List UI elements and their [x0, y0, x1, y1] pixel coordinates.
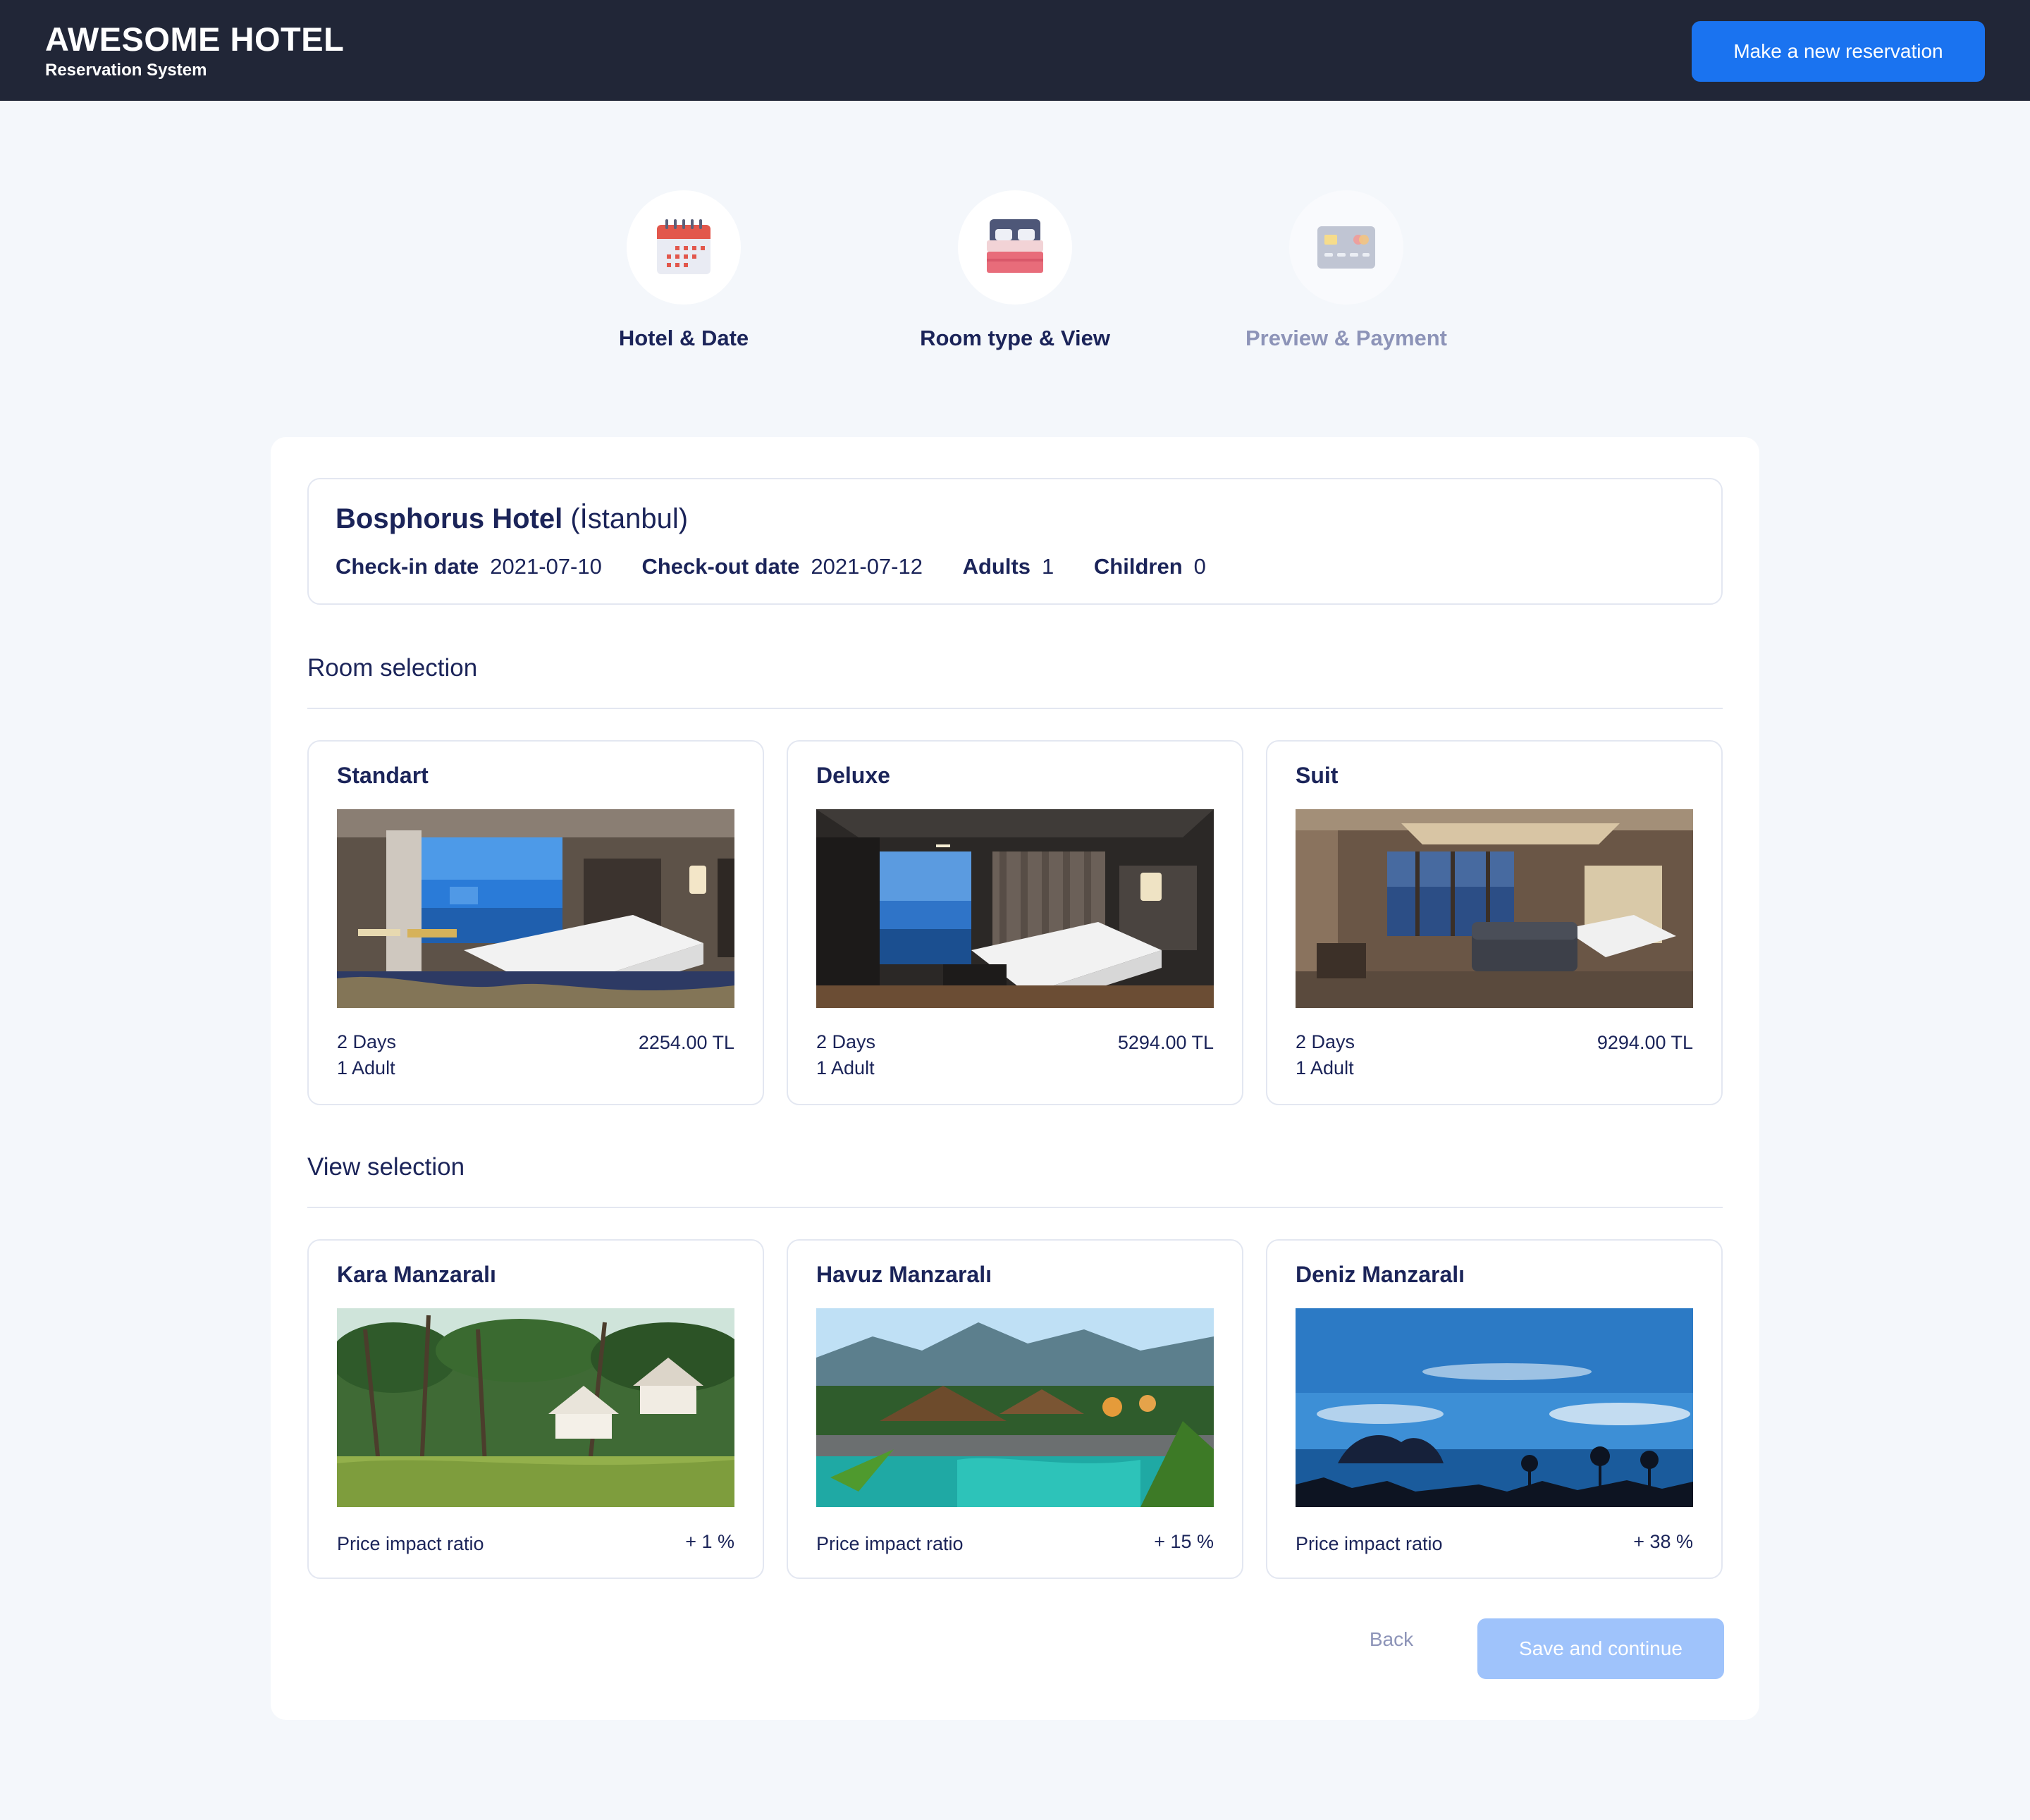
view-ratio-label: Price impact ratio [816, 1533, 964, 1554]
room-price: 5294.00 TL [1117, 1032, 1214, 1053]
step-label: Preview & Payment [1245, 326, 1448, 350]
room-days: 2 Days [1296, 1031, 1355, 1052]
adults-value: 1 [1042, 554, 1054, 579]
room-name: Suit [1296, 763, 1339, 788]
room-price: 9294.00 TL [1597, 1032, 1693, 1053]
reservation-summary: Bosphorus Hotel (İstanbul) Check-in date… [307, 478, 1723, 605]
view-ratio-label: Price impact ratio [337, 1533, 484, 1554]
room-stay-info: 2 Days 1 Adult [816, 1029, 875, 1081]
view-card-deniz[interactable]: Deniz Manzaralı Price impact ratio + 38 … [1266, 1239, 1723, 1579]
adults-label: Adults [962, 554, 1031, 579]
room-guests: 1 Adult [816, 1057, 875, 1078]
children-label: Children [1093, 554, 1183, 579]
view-card-kara[interactable]: Kara Manzaralı Price impact ratio + 1 % [307, 1239, 764, 1579]
back-button[interactable]: Back [1349, 1618, 1434, 1661]
step-circle [627, 190, 741, 305]
room-card-standart[interactable]: Standart 2 Days 1 Adult 2254.00 TL [307, 740, 764, 1105]
room-card-deluxe[interactable]: Deluxe 2 Days 1 Adult 5294.00 TL [787, 740, 1243, 1105]
view-name: Havuz Manzaralı [816, 1262, 992, 1287]
view-photo-deniz [1296, 1308, 1693, 1507]
room-photo-standart [337, 809, 734, 1008]
calendar-icon [657, 219, 710, 274]
view-name: Kara Manzaralı [337, 1262, 496, 1287]
reservation-panel: Bosphorus Hotel (İstanbul) Check-in date… [271, 437, 1759, 1720]
app-title: AWESOME HOTEL [45, 20, 345, 58]
app-subtitle: Reservation System [45, 61, 207, 80]
view-ratio-value: + 38 % [1633, 1531, 1693, 1552]
view-photo-havuz [816, 1308, 1214, 1507]
view-photo-kara [337, 1308, 734, 1507]
room-stay-info: 2 Days 1 Adult [337, 1029, 396, 1081]
room-photo-deluxe [816, 809, 1214, 1008]
credit-card-icon [1317, 226, 1375, 269]
view-selection-title: View selection [307, 1153, 465, 1181]
step-label: Hotel & Date [618, 326, 749, 350]
room-photo-suit [1296, 809, 1693, 1008]
view-card-havuz[interactable]: Havuz Manzaralı Price impact ratio + 15 … [787, 1239, 1243, 1579]
new-reservation-button[interactable]: Make a new reservation [1692, 21, 1985, 82]
step-label: Room type & View [920, 326, 1110, 350]
view-ratio-value: + 1 % [685, 1531, 734, 1552]
room-guests: 1 Adult [1296, 1057, 1354, 1078]
hotel-city: (İstanbul) [570, 503, 689, 534]
checkin-label: Check-in date [336, 554, 479, 579]
view-ratio-value: + 15 % [1154, 1531, 1214, 1552]
step-hotel-date[interactable]: Hotel & Date [550, 190, 818, 351]
bed-icon [987, 219, 1043, 273]
room-name: Deluxe [816, 763, 890, 788]
room-price: 2254.00 TL [638, 1032, 734, 1053]
checkout-label: Check-out date [641, 554, 800, 579]
step-preview-payment[interactable]: Preview & Payment [1212, 190, 1480, 351]
children-value: 0 [1193, 554, 1206, 579]
hotel-heading: Bosphorus Hotel (İstanbul) [336, 503, 688, 535]
divider [307, 1207, 1723, 1208]
step-circle [1289, 190, 1403, 305]
room-selection-title: Room selection [307, 654, 478, 682]
room-stay-info: 2 Days 1 Adult [1296, 1029, 1355, 1081]
checkin-value: 2021-07-10 [490, 554, 602, 579]
room-card-suit[interactable]: Suit 2 Days 1 Adult 9294.00 TL [1266, 740, 1723, 1105]
step-room-view[interactable]: Room type & View [881, 190, 1149, 351]
view-ratio-label: Price impact ratio [1296, 1533, 1443, 1554]
hotel-name: Bosphorus Hotel [336, 503, 563, 534]
room-days: 2 Days [337, 1031, 397, 1052]
room-name: Standart [337, 763, 429, 788]
save-and-continue-button[interactable]: Save and continue [1477, 1618, 1724, 1679]
view-name: Deniz Manzaralı [1296, 1262, 1465, 1287]
room-guests: 1 Adult [337, 1057, 395, 1078]
checkout-value: 2021-07-12 [811, 554, 923, 579]
stay-details: Check-in date 2021-07-10 Check-out date 20… [336, 554, 1240, 579]
room-days: 2 Days [816, 1031, 876, 1052]
divider [307, 708, 1723, 709]
step-circle [958, 190, 1072, 305]
top-bar: AWESOME HOTEL Reservation System Make a … [0, 0, 2030, 101]
